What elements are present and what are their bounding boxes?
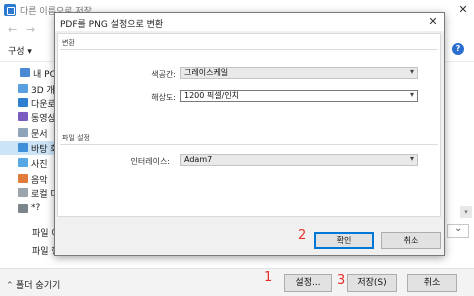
help-icon[interactable]: ?	[452, 43, 464, 55]
conversion-divider	[60, 49, 438, 50]
dialog-titlebar: PDF를 PNG 설정으로 변환 ✕	[55, 13, 444, 31]
filename-dropdown[interactable]	[447, 223, 469, 238]
sidebar-item-label: 동영상	[31, 114, 56, 124]
forward-arrow-icon[interactable]: →	[26, 23, 35, 36]
save-as-footer: ⌃ 폴더 숨기기 설정... 저장(S) 취소	[0, 268, 474, 296]
interlace-select[interactable]: Adam7 ▾	[180, 154, 418, 166]
chevron-down-icon: ▾	[409, 154, 414, 163]
chevron-down-icon: ▾	[409, 90, 414, 99]
ok-button[interactable]: 확인	[314, 232, 374, 249]
resolution-label: 해상도:	[151, 93, 176, 102]
color-space-select[interactable]: 그레이스케일 ▾	[180, 67, 418, 79]
dialog-cancel-button[interactable]: 취소	[381, 232, 441, 249]
pc-icon	[20, 68, 30, 77]
resolution-select[interactable]: 1200 픽셀/인치 ▾	[180, 90, 418, 102]
color-space-label: 색공간:	[151, 70, 176, 79]
interlace-value: Adam7	[184, 155, 213, 164]
dialog-close-icon[interactable]: ✕	[425, 14, 441, 30]
file-settings-group-title: 파일 설정	[62, 134, 90, 142]
app-icon	[4, 4, 16, 16]
dialog-body: 변환 색공간: 그레이스케일 ▾ 해상도: 1200 픽셀/인치 ▾ 파일 설정…	[57, 33, 441, 217]
settings-button[interactable]: 설정...	[284, 274, 332, 292]
chevron-up-icon: ⌃	[6, 281, 14, 291]
videos-icon	[18, 112, 28, 121]
sidebar-item-label: 내 PC	[33, 70, 56, 80]
scroll-down-arrow-icon[interactable]: ▾	[460, 206, 472, 218]
hide-folders-toggle[interactable]: ⌃ 폴더 숨기기	[6, 278, 60, 291]
network-drive-icon	[18, 204, 28, 213]
annotation-1: 1	[264, 270, 273, 285]
desktop-icon	[18, 143, 28, 152]
music-icon	[18, 174, 28, 183]
interlace-label: 인터레이스:	[130, 157, 171, 166]
sidebar-item-label: 문서	[31, 130, 48, 140]
back-arrow-icon[interactable]: ←	[8, 23, 17, 36]
sidebar-item-desktop[interactable]: 바탕 화면	[0, 141, 67, 155]
color-space-value: 그레이스케일	[184, 68, 229, 77]
downloads-icon	[18, 98, 28, 107]
dialog-title: PDF를 PNG 설정으로 변환	[60, 20, 164, 30]
navigation-pane: 내 PC 3D 개체 다운로드 동영상 문서 바탕 화면 사진 음악 로컬 *?	[0, 62, 75, 224]
conversion-group-title: 변환	[62, 39, 75, 47]
documents-icon	[18, 128, 28, 137]
annotation-2: 2	[298, 228, 307, 243]
resolution-value: 1200 픽셀/인치	[184, 91, 240, 100]
save-as-close-button[interactable]: ✕	[452, 0, 474, 20]
3d-objects-icon	[18, 84, 28, 93]
cancel-button[interactable]: 취소	[407, 274, 457, 292]
annotation-3: 3	[337, 273, 346, 288]
local-disk-icon	[18, 188, 28, 197]
pictures-icon	[18, 158, 28, 167]
sidebar-item-label: 사진	[31, 160, 48, 170]
pdf-to-png-settings-dialog: PDF를 PNG 설정으로 변환 ✕ 변환 색공간: 그레이스케일 ▾ 해상도:…	[54, 12, 445, 256]
sidebar-item-label: 음악	[31, 176, 48, 186]
file-settings-divider	[60, 144, 438, 145]
hide-folders-label: 폴더 숨기기	[16, 281, 61, 291]
chevron-down-icon: ▾	[409, 67, 414, 76]
save-button[interactable]: 저장(S)	[347, 274, 397, 292]
sidebar-item-label: *?	[31, 203, 41, 213]
organize-button[interactable]: 구성 ▾	[8, 44, 32, 57]
